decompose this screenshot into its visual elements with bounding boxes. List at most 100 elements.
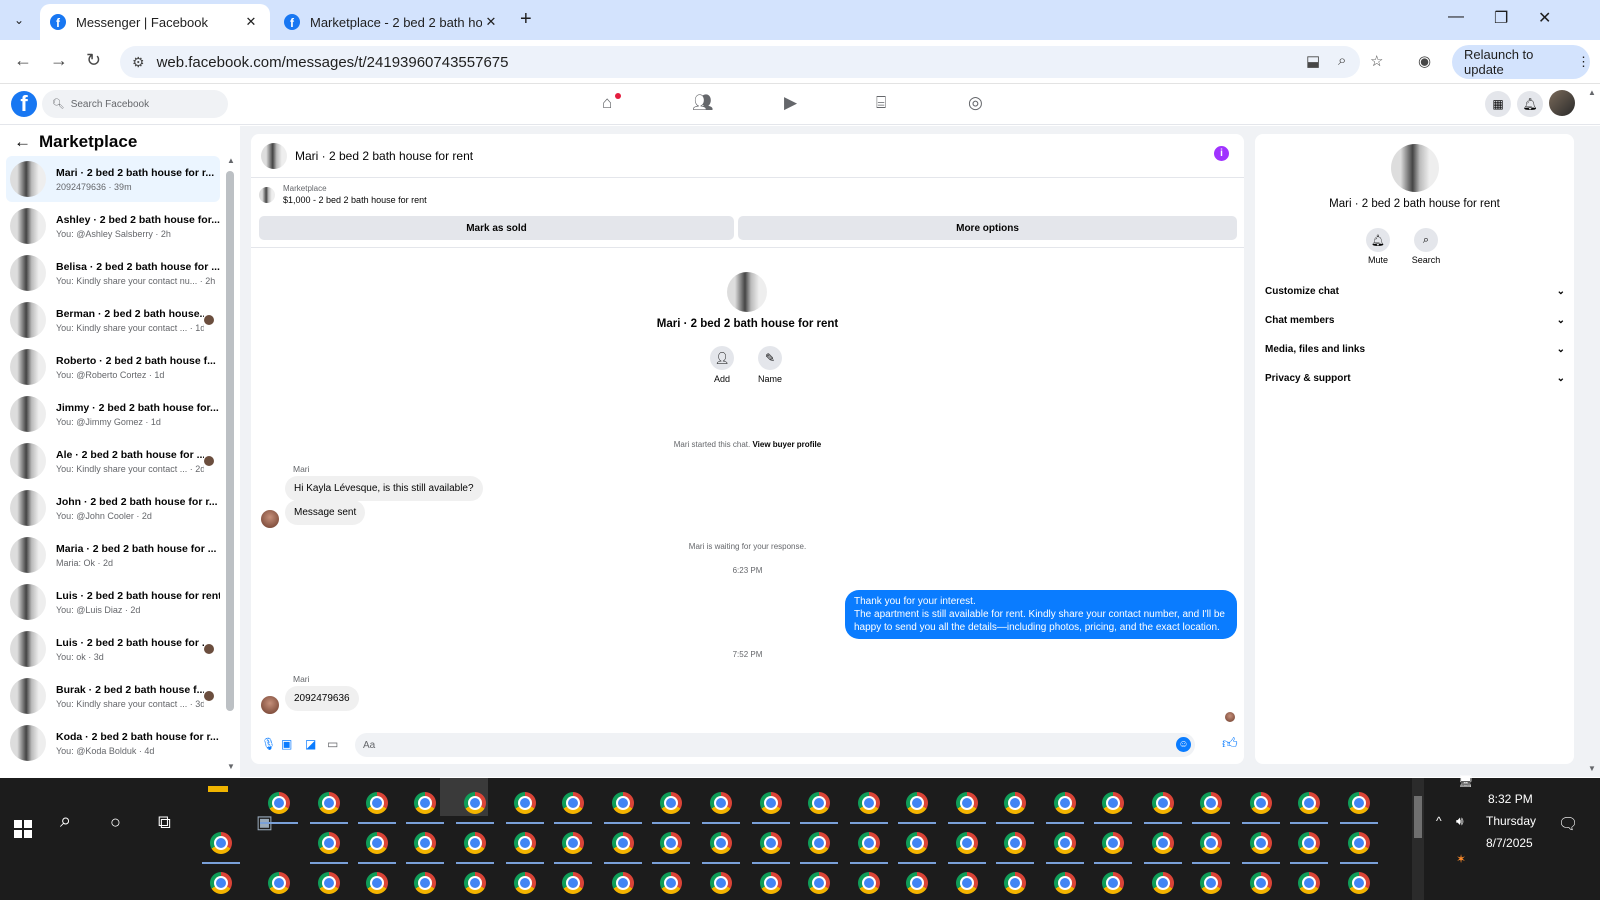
network-icon[interactable]: 🖥︎	[1458, 774, 1473, 788]
conversation-item[interactable]: Burak · 2 bed 2 bath house f... You: Kind…	[6, 673, 220, 719]
close-window-icon[interactable]: ✕	[1538, 8, 1551, 28]
clock-day[interactable]: Thursday	[1486, 814, 1536, 828]
account-avatar[interactable]	[1549, 90, 1575, 116]
tab-messenger[interactable]: f Messenger | Facebook ✕	[40, 4, 270, 40]
notifications-bell-icon[interactable]: 🔔︎	[1517, 91, 1543, 117]
reload-icon[interactable]: ↻	[86, 50, 101, 71]
conversation-item[interactable]: Maria · 2 bed 2 bath house for ... Maria:…	[6, 532, 220, 578]
tab-marketplace[interactable]: f Marketplace - 2 bed 2 bath hou ✕	[274, 4, 510, 40]
task-view-icon[interactable]: ⧉	[158, 812, 171, 833]
chrome-window-icon[interactable]	[210, 832, 232, 854]
chrome-window-icon[interactable]	[514, 832, 536, 854]
volume-icon[interactable]: 🔊︎	[1456, 814, 1464, 829]
chrome-window-icon[interactable]	[1250, 872, 1272, 894]
tray-chevron-icon[interactable]: ^	[1436, 814, 1442, 828]
conversation-item[interactable]: John · 2 bed 2 bath house for r... You: @…	[6, 485, 220, 531]
chrome-window-icon[interactable]	[366, 792, 388, 814]
chrome-window-icon[interactable]	[562, 832, 584, 854]
clock-date[interactable]: 8/7/2025	[1486, 836, 1533, 850]
photo-icon[interactable]: ▣	[281, 737, 292, 751]
forward-icon[interactable]: →	[50, 50, 68, 71]
add-people-button[interactable]: 👤︎ Add	[702, 346, 742, 384]
chrome-window-icon[interactable]	[760, 792, 782, 814]
chrome-window-icon[interactable]	[660, 832, 682, 854]
view-buyer-profile-link[interactable]: View buyer profile	[752, 440, 821, 449]
chrome-window-icon[interactable]	[1054, 792, 1076, 814]
chrome-window-icon[interactable]	[1298, 792, 1320, 814]
chrome-window-icon[interactable]	[906, 832, 928, 854]
conversation-item[interactable]: Koda · 2 bed 2 bath house for r... You: @…	[6, 720, 220, 766]
chrome-window-icon[interactable]	[808, 832, 830, 854]
chrome-window-icon[interactable]	[1102, 832, 1124, 854]
chrome-window-icon[interactable]	[1054, 832, 1076, 854]
chrome-window-icon[interactable]	[514, 872, 536, 894]
chrome-window-icon[interactable]	[464, 872, 486, 894]
chat-title[interactable]: Mari · 2 bed 2 bath house for rent	[295, 149, 473, 163]
chrome-window-icon[interactable]	[1298, 872, 1320, 894]
chrome-window-icon[interactable]	[1298, 832, 1320, 854]
chat-members-section[interactable]: Chat members ⌄	[1265, 315, 1565, 326]
conversation-item[interactable]: Ale · 2 bed 2 bath house for ... You: Kin…	[6, 438, 220, 484]
conversation-item[interactable]: Ashley · 2 bed 2 bath house for... You: @…	[6, 203, 220, 249]
emoji-icon[interactable]: ☺	[1176, 737, 1191, 752]
chrome-window-icon[interactable]	[366, 872, 388, 894]
chrome-window-icon[interactable]	[612, 792, 634, 814]
clock-time[interactable]: 8:32 PM	[1488, 792, 1533, 806]
chrome-window-icon[interactable]	[906, 792, 928, 814]
incoming-message[interactable]: 2092479636	[285, 686, 359, 711]
tab-list-chevron-icon[interactable]: ⌄	[6, 8, 32, 32]
chrome-window-icon[interactable]	[1250, 792, 1272, 814]
mute-button[interactable]: 🔔︎ Mute	[1358, 228, 1398, 265]
scroll-down-icon[interactable]: ▼	[227, 762, 235, 771]
start-button[interactable]	[14, 820, 32, 838]
tray-app-icon[interactable]: ✶	[1456, 852, 1466, 866]
relaunch-button[interactable]: Relaunch to update ⋮	[1452, 45, 1590, 79]
chrome-window-icon[interactable]	[1004, 872, 1026, 894]
chrome-window-icon[interactable]	[660, 872, 682, 894]
groups-icon[interactable]: ◎	[968, 93, 983, 113]
minimize-icon[interactable]: —	[1448, 8, 1464, 26]
install-icon[interactable]: ⬓	[1306, 52, 1320, 70]
chrome-window-icon[interactable]	[414, 792, 436, 814]
facebook-logo-icon[interactable]: f	[11, 91, 37, 117]
conversation-item[interactable]: Jimmy · 2 bed 2 bath house for... You: @J…	[6, 391, 220, 437]
scroll-up-icon[interactable]: ▲	[227, 156, 235, 165]
chrome-window-icon[interactable]	[318, 832, 340, 854]
search-conversation-button[interactable]: ⌕ Search	[1406, 228, 1446, 265]
chrome-window-icon[interactable]	[660, 792, 682, 814]
chrome-window-icon[interactable]	[318, 872, 340, 894]
conversation-item[interactable]: Mari · 2 bed 2 bath house for r... 209247…	[6, 156, 220, 202]
mark-as-sold-button[interactable]: Mark as sold	[259, 216, 734, 240]
sidebar-scrollbar[interactable]	[226, 171, 234, 711]
site-settings-icon[interactable]: ⚙	[132, 54, 145, 71]
conversation-item[interactable]: Belisa · 2 bed 2 bath house for ... You: …	[6, 250, 220, 296]
chrome-window-icon[interactable]	[1200, 792, 1222, 814]
chrome-window-icon[interactable]	[562, 792, 584, 814]
chrome-window-icon[interactable]	[906, 872, 928, 894]
chrome-window-icon[interactable]	[760, 832, 782, 854]
chrome-window-icon[interactable]	[1004, 832, 1026, 854]
chrome-window-icon[interactable]	[1102, 792, 1124, 814]
page-scroll-down-icon[interactable]: ▼	[1588, 764, 1596, 773]
chrome-window-icon[interactable]	[366, 832, 388, 854]
notifications-icon[interactable]: 🗨︎	[1558, 814, 1578, 834]
incoming-message[interactable]: Message sent	[285, 500, 366, 525]
chrome-window-icon[interactable]	[514, 792, 536, 814]
search-icon[interactable]: ⌕	[60, 810, 71, 833]
info-icon[interactable]: i	[1214, 146, 1229, 161]
zoom-icon[interactable]: ⌕	[1338, 52, 1346, 69]
sticker-icon[interactable]: ◪	[305, 737, 316, 751]
chrome-window-icon[interactable]	[464, 832, 486, 854]
chrome-window-icon[interactable]	[1054, 872, 1076, 894]
message-input[interactable]: Aa ☺	[355, 733, 1195, 757]
chrome-window-icon[interactable]	[464, 792, 486, 814]
chrome-window-icon[interactable]	[268, 872, 290, 894]
profile-icon[interactable]: ◉	[1418, 52, 1431, 70]
chrome-window-icon[interactable]	[956, 872, 978, 894]
friends-icon[interactable]: 👥︎	[692, 93, 714, 113]
page-scroll-up-icon[interactable]: ▲	[1588, 88, 1596, 97]
microphone-icon[interactable]: 🎙︎	[261, 737, 276, 751]
chrome-window-icon[interactable]	[1152, 872, 1174, 894]
media-files-section[interactable]: Media, files and links ⌄	[1265, 344, 1565, 355]
chrome-window-icon[interactable]	[760, 872, 782, 894]
